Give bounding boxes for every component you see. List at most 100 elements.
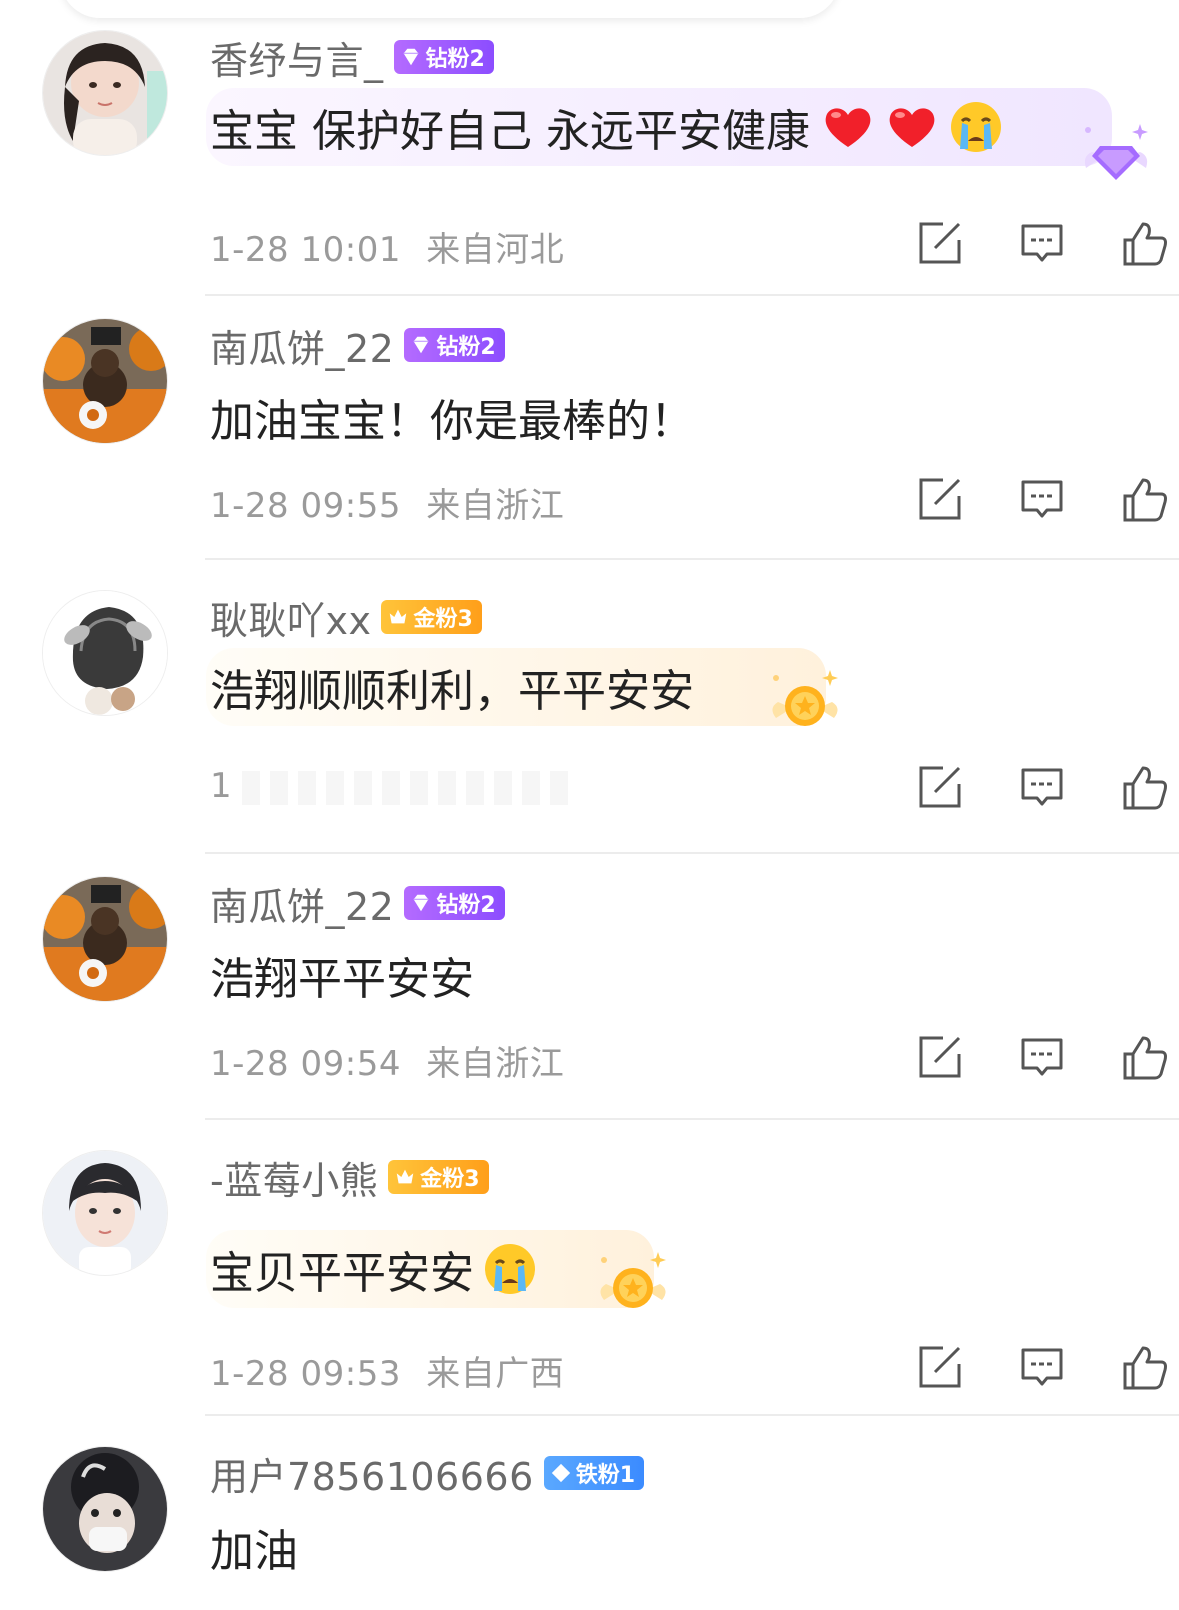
comment-location: 来自河北 <box>426 230 565 270</box>
comment-location: 来自浙江 <box>426 1044 565 1084</box>
edit-button[interactable] <box>915 1032 965 1082</box>
comment-body: 加油 <box>210 1516 298 1578</box>
avatar[interactable] <box>42 876 168 1002</box>
fan-badge: 钻粉2 <box>404 886 505 920</box>
fan-badge: 金粉3 <box>381 600 482 634</box>
thumbs-up-icon <box>1123 1036 1167 1080</box>
diamond-icon <box>414 894 429 912</box>
badge-label: 铁粉1 <box>575 1463 636 1488</box>
gold-fan-decoration-icon <box>600 1252 666 1308</box>
thumbs-up-icon <box>1123 1346 1167 1390</box>
fan-badge: 金粉3 <box>388 1160 489 1194</box>
badge-label: 钻粉2 <box>436 335 496 360</box>
username[interactable]: 南瓜饼_22 <box>210 876 394 931</box>
crying-face-icon <box>485 1244 535 1294</box>
comment-time: 1 <box>210 766 233 806</box>
edit-button[interactable] <box>915 1342 965 1392</box>
badge-label: 钻粉2 <box>436 893 496 918</box>
comment-time: 1-28 09:54 <box>210 1044 401 1084</box>
comment-text: 浩翔平平安安 <box>210 954 474 1005</box>
comment-text: 宝宝 保护好自己 永远平安健康 <box>210 106 810 157</box>
avatar[interactable] <box>42 590 168 716</box>
diamond-fan-decoration-icon <box>1084 124 1148 180</box>
comment-icon <box>1021 1038 1063 1076</box>
diamond-icon <box>403 48 418 66</box>
comment-text: 加油 <box>210 1526 298 1577</box>
gold-fan-decoration-icon <box>772 670 838 726</box>
crying-face-icon <box>950 102 1001 152</box>
comment-meta: 1-28 10:01 来自河北 <box>210 222 564 271</box>
reply-button[interactable] <box>1017 1032 1067 1082</box>
like-button[interactable] <box>1119 762 1169 812</box>
username[interactable]: 南瓜饼_22 <box>210 318 394 373</box>
comment-body: 宝宝 保护好自己 永远平安健康 <box>210 96 1004 158</box>
badge-label: 钻粉2 <box>425 47 485 72</box>
like-button[interactable] <box>1119 1342 1169 1392</box>
divider <box>205 1118 1179 1120</box>
fan-badge: 铁粉1 <box>543 1456 645 1490</box>
reply-button[interactable] <box>1017 474 1067 524</box>
comment-time: 1-28 10:01 <box>210 230 401 270</box>
avatar[interactable] <box>42 30 168 156</box>
avatar[interactable] <box>42 318 168 444</box>
username[interactable]: 耿耿吖xx <box>210 590 371 645</box>
like-button[interactable] <box>1119 218 1169 268</box>
comment-meta: 1-28 09:53 来自广西 <box>210 1346 564 1395</box>
avatar[interactable] <box>42 1150 168 1276</box>
comment-body: 浩翔顺顺利利，平平安安 <box>210 656 694 718</box>
reply-button[interactable] <box>1017 218 1067 268</box>
comment-icon <box>1021 1348 1063 1386</box>
blurred-region <box>242 770 573 805</box>
edit-icon <box>919 1346 961 1388</box>
comment-meta: 1-28 09:54 来自浙江 <box>210 1036 564 1085</box>
like-button[interactable] <box>1119 1032 1169 1082</box>
username[interactable]: 香纾与言_ <box>210 30 384 85</box>
edit-button[interactable] <box>915 474 965 524</box>
crown-icon <box>390 609 407 624</box>
divider <box>205 1414 1179 1416</box>
fan-badge: 钻粉2 <box>393 40 494 74</box>
comment-meta: 1-28 09:55 来自浙江 <box>210 478 564 527</box>
diamond-icon <box>551 1463 570 1483</box>
edit-icon <box>919 766 961 808</box>
edit-icon <box>919 478 961 520</box>
comment-icon <box>1021 768 1063 806</box>
fan-badge: 钻粉2 <box>404 328 505 362</box>
crown-icon <box>396 1169 414 1184</box>
comment-icon <box>1021 480 1063 518</box>
thumbs-up-icon <box>1123 766 1167 810</box>
heart-icon <box>825 108 871 147</box>
edit-icon <box>919 222 961 264</box>
thumbs-up-icon <box>1123 222 1167 266</box>
thumbs-up-icon <box>1123 478 1167 522</box>
heart-icon <box>889 108 935 147</box>
previous-comment-card <box>60 0 840 18</box>
comment-body: 浩翔平平安安 <box>210 944 474 1006</box>
comment-icon <box>1021 224 1063 262</box>
reply-button[interactable] <box>1017 762 1067 812</box>
comment-location: 来自广西 <box>426 1354 565 1394</box>
divider <box>205 294 1179 296</box>
comment-text: 浩翔顺顺利利，平平安安 <box>210 666 694 717</box>
comment-body: 加油宝宝！你是最棒的！ <box>210 386 694 448</box>
comment-location: 来自浙江 <box>426 486 565 526</box>
comment-time: 1-28 09:55 <box>210 486 401 526</box>
divider <box>205 558 1179 560</box>
like-button[interactable] <box>1119 474 1169 524</box>
avatar[interactable] <box>42 1446 168 1572</box>
badge-label: 金粉3 <box>420 1167 480 1192</box>
comment-time: 1-28 09:53 <box>210 1354 401 1394</box>
username[interactable]: -蓝莓小熊 <box>210 1150 378 1205</box>
edit-icon <box>919 1036 961 1078</box>
comment-body: 宝贝平平安安 <box>210 1238 538 1300</box>
edit-button[interactable] <box>915 218 965 268</box>
comment-meta: 1 <box>210 766 573 806</box>
username[interactable]: 用户7856106666 <box>210 1446 534 1501</box>
divider <box>205 852 1179 854</box>
comment-text: 加油宝宝！你是最棒的！ <box>210 396 694 447</box>
reply-button[interactable] <box>1017 1342 1067 1392</box>
comment-text: 宝贝平平安安 <box>210 1248 474 1299</box>
edit-button[interactable] <box>915 762 965 812</box>
diamond-icon <box>414 336 429 354</box>
badge-label: 金粉3 <box>413 607 473 632</box>
